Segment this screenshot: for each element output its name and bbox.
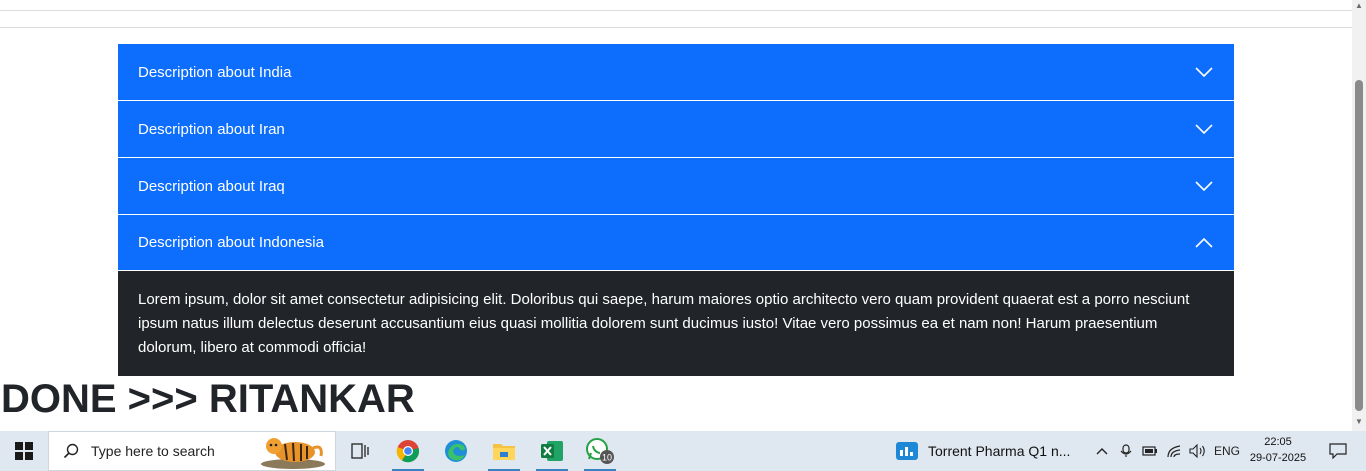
whatsapp-badge: 10 bbox=[602, 453, 612, 463]
show-hidden-icons-button[interactable] bbox=[1090, 431, 1114, 471]
tiger-illustration-icon bbox=[261, 438, 325, 469]
page-heading: DONE >>> RITANKAR bbox=[1, 377, 415, 421]
scroll-down-arrow-icon[interactable]: ▼ bbox=[1355, 418, 1363, 426]
notification-center-button[interactable] bbox=[1318, 431, 1358, 471]
start-button[interactable] bbox=[0, 431, 48, 471]
file-explorer-icon bbox=[493, 444, 515, 460]
vertical-scrollbar[interactable]: ▲ ▼ bbox=[1352, 0, 1366, 431]
clock-date: 29-07-2025 bbox=[1249, 452, 1307, 464]
chrome-taskbar-button[interactable] bbox=[384, 431, 432, 471]
edge-icon bbox=[445, 440, 467, 462]
wifi-icon bbox=[1167, 445, 1181, 458]
news-text: Torrent Pharma Q1 n... bbox=[928, 443, 1071, 459]
excel-icon bbox=[541, 441, 563, 461]
chevron-down-icon bbox=[1194, 119, 1214, 139]
notification-icon bbox=[1329, 443, 1347, 459]
task-view-button[interactable] bbox=[336, 431, 384, 471]
search-placeholder: Type here to search bbox=[91, 443, 215, 459]
speaker-icon bbox=[1189, 444, 1205, 458]
battery-button[interactable] bbox=[1138, 431, 1162, 471]
microphone-icon bbox=[1120, 444, 1132, 457]
stock-chart-icon bbox=[896, 442, 918, 460]
chevron-down-icon bbox=[1194, 176, 1214, 196]
whatsapp-taskbar-button[interactable]: 10 bbox=[576, 431, 624, 471]
divider bbox=[0, 27, 1352, 28]
windows-logo-icon bbox=[15, 442, 33, 460]
browser-viewport: Description about India Description abou… bbox=[0, 0, 1366, 431]
taskbar-search-box[interactable]: Type here to search bbox=[48, 431, 336, 471]
chrome-icon bbox=[396, 440, 420, 463]
system-tray: ENG bbox=[1090, 431, 1244, 471]
edge-taskbar-button[interactable] bbox=[432, 431, 480, 471]
accordion-body-indonesia: Lorem ipsum, dolor sit amet consectetur … bbox=[118, 271, 1234, 376]
news-widget[interactable]: Torrent Pharma Q1 n... bbox=[896, 431, 1070, 471]
accordion-body-text: Lorem ipsum, dolor sit amet consectetur … bbox=[138, 291, 1190, 356]
file-explorer-taskbar-button[interactable] bbox=[480, 431, 528, 471]
volume-button[interactable] bbox=[1186, 431, 1210, 471]
language-indicator[interactable]: ENG bbox=[1210, 431, 1244, 471]
accordion-header-india[interactable]: Description about India bbox=[118, 44, 1234, 101]
accordion-header-indonesia[interactable]: Description about Indonesia bbox=[118, 215, 1234, 271]
meet-now-button[interactable] bbox=[1114, 431, 1138, 471]
excel-taskbar-button[interactable] bbox=[528, 431, 576, 471]
network-button[interactable] bbox=[1162, 431, 1186, 471]
accordion-header-label: Description about Iran bbox=[138, 120, 285, 138]
chevron-up-icon bbox=[1194, 233, 1214, 253]
accordion-header-iran[interactable]: Description about Iran bbox=[118, 101, 1234, 158]
accordion: Description about India Description abou… bbox=[118, 44, 1234, 376]
divider bbox=[0, 10, 1352, 11]
accordion-header-label: Description about India bbox=[138, 63, 292, 81]
taskbar: Type here to search 10 Torrent Pharma Q1… bbox=[0, 431, 1366, 471]
whatsapp-icon: 10 bbox=[586, 438, 614, 464]
scroll-thumb[interactable] bbox=[1355, 80, 1363, 411]
accordion-header-label: Description about Iraq bbox=[138, 177, 285, 195]
clock[interactable]: 22:05 29-07-2025 bbox=[1244, 434, 1312, 466]
chevron-up-icon bbox=[1096, 448, 1108, 455]
search-icon bbox=[63, 443, 79, 459]
task-view-icon bbox=[351, 443, 369, 459]
chevron-down-icon bbox=[1194, 62, 1214, 82]
accordion-header-iraq[interactable]: Description about Iraq bbox=[118, 158, 1234, 215]
accordion-header-label: Description about Indonesia bbox=[138, 234, 324, 251]
battery-icon bbox=[1142, 446, 1157, 456]
clock-time: 22:05 bbox=[1264, 436, 1292, 448]
scroll-up-arrow-icon[interactable]: ▲ bbox=[1355, 2, 1363, 10]
